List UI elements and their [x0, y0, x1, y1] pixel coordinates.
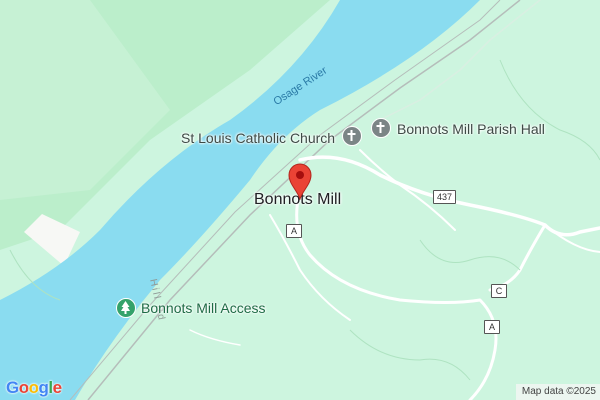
map-canvas[interactable]: Osage River Hill Rd St Louis Catholic Ch… — [0, 0, 600, 400]
route-shield-a-2: A — [484, 320, 500, 334]
church-cross-icon[interactable] — [342, 126, 362, 146]
route-a-road — [295, 188, 498, 400]
location-pin-icon[interactable] — [287, 162, 313, 200]
park-tree-icon[interactable] — [116, 298, 136, 318]
local-road-5 — [189, 329, 241, 346]
map-attribution[interactable]: Map data ©2025 — [515, 384, 600, 400]
route-shield-437: 437 — [433, 190, 457, 204]
route-shield-a: A — [286, 224, 302, 238]
route-shield-c: C — [491, 284, 507, 298]
local-road-2 — [269, 214, 351, 321]
poi-label-parish-hall[interactable]: Bonnots Mill Parish Hall — [397, 121, 545, 137]
google-logo: Google — [6, 378, 62, 397]
church-cross-icon[interactable] — [371, 118, 391, 138]
poi-label-church[interactable]: St Louis Catholic Church — [181, 130, 335, 146]
poi-label-access[interactable]: Bonnots Mill Access — [141, 300, 266, 316]
